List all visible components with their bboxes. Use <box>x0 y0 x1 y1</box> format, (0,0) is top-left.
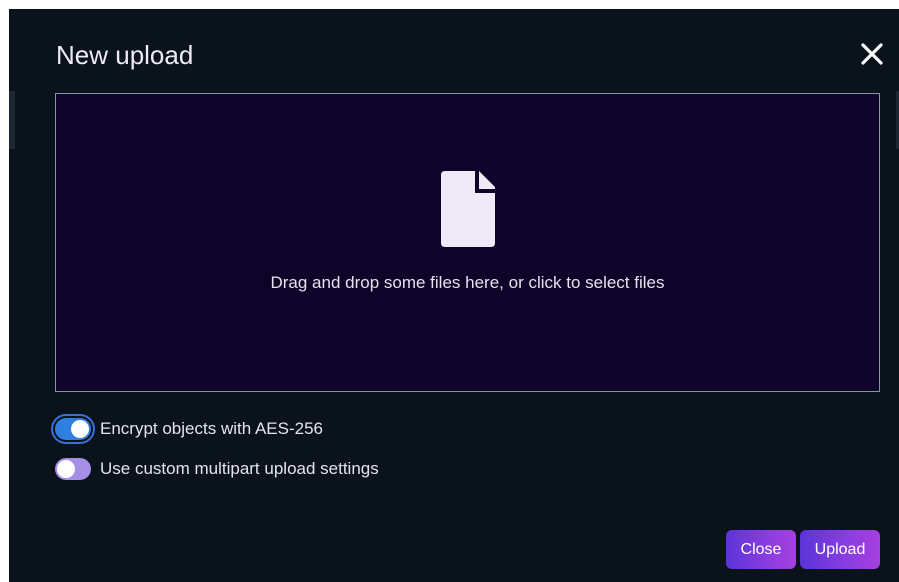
file-icon <box>441 171 495 247</box>
file-dropzone[interactable]: Drag and drop some files here, or click … <box>55 93 880 392</box>
multipart-toggle-label: Use custom multipart upload settings <box>100 459 379 478</box>
close-x-icon[interactable] <box>860 42 884 66</box>
encrypt-toggle-row[interactable]: Encrypt objects with AES-256 <box>55 416 323 442</box>
toggle-knob <box>57 460 75 478</box>
upload-dialog: New upload Drag and drop some files here… <box>9 9 899 582</box>
upload-button[interactable]: Upload <box>800 530 880 569</box>
dialog-title: New upload <box>56 40 194 70</box>
toggle-knob <box>71 420 89 438</box>
close-button[interactable]: Close <box>726 530 796 569</box>
background-page-edge <box>9 91 15 149</box>
multipart-toggle-row[interactable]: Use custom multipart upload settings <box>55 456 379 482</box>
dropzone-instructions: Drag and drop some files here, or click … <box>270 273 665 292</box>
encrypt-toggle[interactable] <box>55 418 91 440</box>
multipart-toggle[interactable] <box>55 458 91 480</box>
encrypt-toggle-label: Encrypt objects with AES-256 <box>100 419 324 438</box>
